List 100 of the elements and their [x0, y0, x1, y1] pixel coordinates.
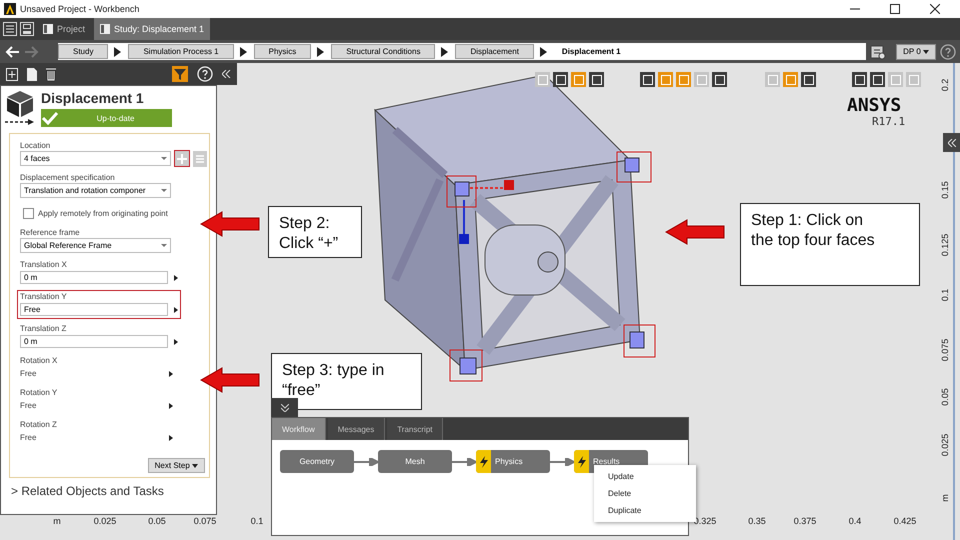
ruler-label: 0.2 — [940, 78, 950, 94]
panel-icon — [100, 24, 110, 34]
triangle-icon[interactable] — [169, 402, 173, 408]
triangle-icon[interactable] — [169, 370, 173, 376]
trash-icon[interactable] — [46, 68, 56, 80]
ruler-label: m — [940, 493, 950, 504]
breadcrumb-button[interactable]: Displacement — [455, 44, 534, 59]
dropdown[interactable]: Translation and rotation componer — [20, 183, 171, 198]
dropdown[interactable]: Global Reference Frame — [20, 238, 171, 253]
tab[interactable]: Transcript — [387, 418, 444, 440]
next-step-button[interactable]: Next Step — [148, 458, 205, 473]
toolbar-icon[interactable] — [870, 72, 885, 87]
field-label: Displacement specification — [20, 173, 116, 182]
lightning-icon — [476, 450, 491, 473]
chevron-icon — [538, 46, 549, 58]
breadcrumb-button[interactable]: Study — [58, 44, 108, 59]
chevron-icon — [238, 46, 249, 58]
breadcrumb-button[interactable]: Simulation Process 1 — [128, 44, 234, 59]
field-value: Free — [20, 369, 38, 378]
ruler-label: 0.35 — [747, 516, 767, 526]
ruler-label: 0.05 — [147, 516, 167, 526]
breadcrumb-button[interactable]: Physics — [254, 44, 312, 59]
workflow-step[interactable]: Geometry — [280, 450, 354, 473]
arrow-icon — [200, 211, 260, 237]
field-label: Rotation Y — [20, 388, 58, 397]
triangle-icon[interactable] — [169, 434, 173, 440]
field-label: Location — [20, 141, 52, 150]
field-value: Free — [20, 401, 38, 410]
cube-with-arrow-icon — [5, 90, 35, 126]
toolbar-icon[interactable] — [801, 72, 816, 87]
double-chevron-icon — [280, 404, 288, 412]
toolbar-icon[interactable] — [589, 72, 604, 87]
checkbox-label: Apply remotely from originating point — [38, 209, 168, 218]
collapse-tab[interactable] — [271, 398, 298, 417]
save-icon[interactable] — [20, 22, 34, 36]
breadcrumb-button[interactable]: Structural Conditions — [331, 44, 436, 59]
caret-icon — [923, 50, 929, 54]
list-icon[interactable] — [3, 22, 17, 36]
triangle-icon[interactable] — [174, 306, 178, 312]
menu-item[interactable]: Delete — [594, 485, 696, 502]
field-value: Free — [20, 433, 38, 442]
ruler-label: 0.05 — [940, 387, 950, 408]
ruler-label: 0.025 — [940, 432, 950, 458]
ruler-label: 0.15 — [940, 180, 950, 201]
filter-icon[interactable] — [172, 66, 188, 82]
maximize-icon[interactable] — [890, 4, 900, 14]
ruler-label: 0.075 — [193, 516, 217, 526]
input-field[interactable]: 0 m — [20, 271, 168, 284]
panel-title: Displacement 1 — [41, 90, 145, 106]
ruler-label: 0.425 — [893, 516, 917, 526]
tab[interactable]: Project — [37, 18, 92, 40]
workflow-step[interactable]: Mesh — [378, 450, 452, 473]
ruler-label: 0.375 — [793, 516, 817, 526]
back-arrow-icon[interactable] — [4, 44, 20, 58]
workflow-step[interactable]: Physics — [476, 450, 550, 473]
chevron-icon — [113, 46, 124, 58]
checkbox[interactable] — [23, 208, 34, 219]
callout-note: Step 3: type in “free” — [271, 353, 422, 410]
menu-item[interactable]: Duplicate — [594, 502, 696, 519]
side-collapse-tab[interactable] — [943, 133, 960, 152]
input-field[interactable]: Free — [20, 303, 168, 316]
version-label: R17.1 — [872, 115, 906, 128]
ruler-label: 0.1 — [250, 516, 264, 526]
caret-icon — [192, 464, 198, 468]
arrow-icon — [200, 367, 260, 393]
copy-icon[interactable] — [27, 68, 37, 80]
design-point-button[interactable]: DP 0 — [896, 44, 936, 60]
dropdown[interactable]: 4 faces — [20, 151, 171, 166]
collapse-icon[interactable] — [222, 70, 231, 78]
related-objects-link[interactable]: > Related Objects and Tasks — [1, 478, 216, 498]
toolbar-icon[interactable] — [640, 72, 655, 87]
tab[interactable]: Messages — [328, 418, 386, 440]
connector-arrow-icon — [550, 458, 574, 466]
input-field[interactable]: 0 m — [20, 335, 168, 348]
toolbar-icon[interactable] — [712, 72, 727, 87]
arrow-icon — [665, 219, 725, 245]
toolbar-icon[interactable] — [852, 72, 867, 87]
status-bar: Up-to-date — [41, 109, 172, 127]
triangle-icon[interactable] — [174, 274, 178, 280]
chevron-icon — [316, 46, 326, 58]
chevron-icon — [440, 46, 450, 58]
toolbar-icon[interactable] — [553, 72, 568, 87]
ruler-label: 0.4 — [848, 516, 862, 526]
ruler-label: 0.1 — [940, 288, 950, 304]
callout-note: Step 1: Click on the top four faces — [740, 203, 920, 286]
close-icon[interactable] — [930, 4, 940, 14]
field-label: Rotation Z — [20, 420, 58, 429]
field-label: Translation Z — [20, 324, 68, 333]
app-logo-icon — [4, 3, 16, 15]
add-button[interactable] — [174, 150, 190, 167]
triangle-icon[interactable] — [174, 338, 178, 344]
lightning-icon — [574, 450, 589, 473]
window-title: Unsaved Project - Workbench — [20, 4, 140, 14]
field-label: Translation Y — [20, 292, 68, 301]
connector-arrow-icon — [354, 458, 378, 466]
field-label: Translation X — [20, 260, 68, 269]
callout-note: Step 2: Click “+” — [268, 206, 362, 258]
tab[interactable]: Study: Displacement 1 — [94, 18, 210, 40]
new-document-icon[interactable] — [6, 68, 18, 80]
current-location: Displacement 1 — [562, 47, 621, 56]
